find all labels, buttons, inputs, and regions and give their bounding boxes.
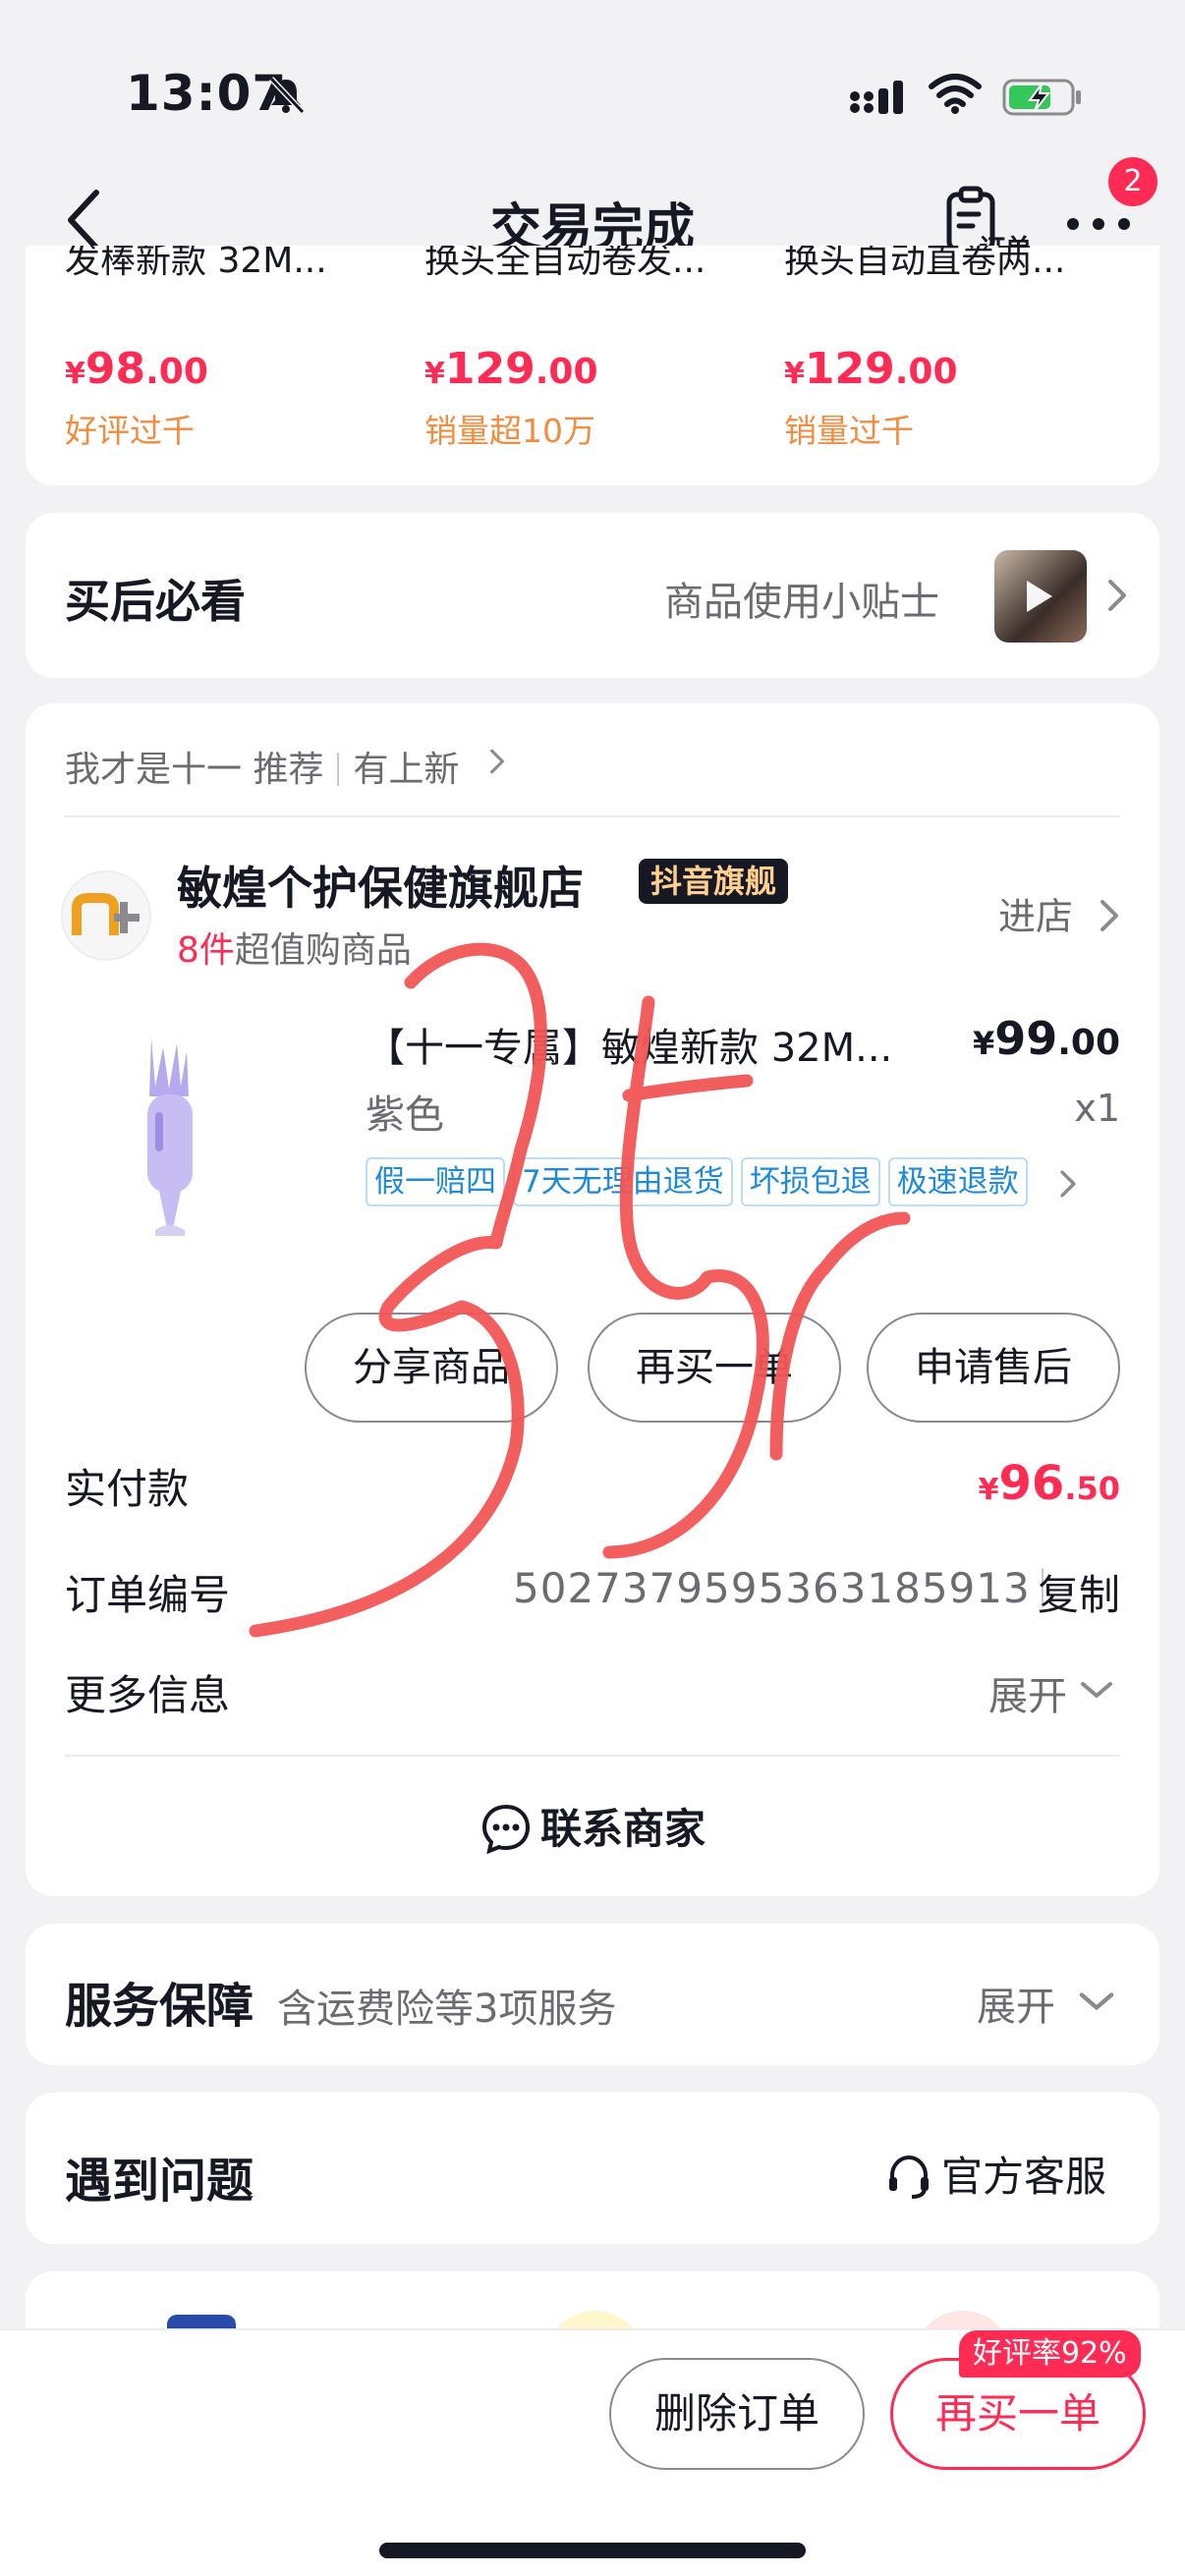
status-bar: 13:07	[0, 0, 1185, 157]
contact-merchant-button[interactable]: 联系商家	[26, 1796, 1159, 1856]
home-indicator[interactable]	[379, 2543, 806, 2558]
recommendation-name: 换头自动直卷两...	[784, 246, 1066, 281]
service-subtitle: 含运费险等3项服务	[277, 1987, 617, 2032]
recommendation-tag: 销量过千	[784, 412, 914, 450]
recommendation-price: ¥129.00	[784, 344, 958, 394]
chevron-right-icon	[490, 749, 504, 774]
recommendation-price: ¥98.00	[65, 344, 208, 394]
recommender-row[interactable]: 我才是十一 推荐 有上新	[65, 741, 459, 792]
divider	[65, 815, 1120, 817]
recommendation-name: 发棒新款 32M...	[65, 246, 327, 281]
recommendation-price: ¥129.00	[424, 344, 598, 394]
cellular-signal-icon	[850, 81, 903, 114]
recommender-text: 我才是十一 推荐	[65, 750, 324, 790]
contact-merchant-label: 联系商家	[539, 1805, 705, 1853]
buy-again-button[interactable]: 再买一单	[588, 1313, 841, 1423]
shop-badge: 抖音旗舰	[639, 859, 789, 904]
recommendation-name: 换头全自动卷发...	[424, 246, 706, 281]
service-tags[interactable]: 假一赔四 7天无理由退货 坏损包退 极速退款	[366, 1157, 1028, 1206]
shop-logo[interactable]	[61, 870, 151, 961]
chevron-right-icon	[1100, 900, 1118, 931]
more-info-expand[interactable]: 展开	[988, 1664, 1067, 1721]
chevron-down-icon	[1081, 1682, 1112, 1698]
service-guarantee-card[interactable]: 服务保障 含运费险等3项服务 展开	[26, 1924, 1159, 2065]
more-info-label: 更多信息	[65, 1671, 231, 1719]
chevron-down-icon	[1079, 1992, 1114, 2010]
service-tag: 坏损包退	[740, 1157, 880, 1206]
product-title[interactable]: 【十一专属】敏煌新款 32M...	[366, 1016, 935, 1073]
service-title: 服务保障	[65, 1979, 254, 2034]
tips-title: 买后必看	[65, 575, 246, 628]
paid-label: 实付款	[65, 1465, 190, 1513]
chevron-right-icon[interactable]	[1057, 1167, 1079, 1201]
service-tag: 7天无理由退货	[513, 1157, 733, 1206]
shop-name[interactable]: 敏煌个护保健旗舰店	[177, 853, 584, 918]
status-time: 13:07	[126, 65, 288, 122]
headset-icon	[889, 2155, 929, 2199]
customer-service-button[interactable]: 官方客服	[884, 2144, 1106, 2204]
bell-muted-icon	[268, 76, 306, 115]
service-tag: 极速退款	[887, 1157, 1028, 1206]
customer-service-label: 官方客服	[941, 2153, 1107, 2201]
paid-amount: ¥96.50	[978, 1456, 1120, 1511]
service-tag: 假一赔四	[366, 1157, 505, 1206]
after-sales-button[interactable]: 申请售后	[867, 1313, 1120, 1423]
product-image[interactable]	[94, 1018, 242, 1263]
chat-bubble-icon	[481, 1804, 530, 1855]
chevron-right-icon	[1108, 580, 1126, 611]
recommendation-tag: 销量超10万	[424, 412, 595, 450]
battery-charging-icon	[1002, 79, 1081, 116]
product-quantity: x1	[1074, 1087, 1120, 1130]
divider	[65, 1755, 1120, 1757]
new-arrivals-link[interactable]: 有上新	[353, 750, 459, 790]
order-number: 5027379595363185913	[513, 1564, 1031, 1612]
shop-logo-mark	[72, 893, 140, 935]
video-thumbnail[interactable]	[994, 550, 1087, 643]
recommendations-card: 发棒新款 32M... ¥98.00 好评过千 换头全自动卷发... ¥129.…	[26, 246, 1159, 485]
notification-badge: 2	[1108, 157, 1157, 206]
after-purchase-tips-card[interactable]: 买后必看 商品使用小贴士	[26, 513, 1159, 678]
order-number-label: 订单编号	[65, 1571, 231, 1619]
order-card: 我才是十一 推荐 有上新 敏煌个护保健旗舰店 抖音旗舰 8件超值购商品 进店 【十…	[26, 703, 1159, 1896]
rating-badge: 好评率92%	[959, 2330, 1141, 2378]
delete-order-button[interactable]: 删除订单	[609, 2358, 865, 2470]
share-product-button[interactable]: 分享商品	[305, 1313, 558, 1423]
wifi-icon	[929, 74, 982, 114]
bottom-action-bar: 删除订单 再买一单 好评率92%	[0, 2328, 1185, 2576]
shop-subtitle: 8件超值购商品	[177, 930, 412, 971]
recommendation-tag: 好评过千	[65, 412, 195, 450]
product-price: ¥99.00	[972, 1012, 1120, 1065]
tips-link[interactable]: 商品使用小贴士	[664, 570, 939, 627]
enter-shop-link[interactable]: 进店	[998, 886, 1073, 940]
play-icon	[1027, 581, 1052, 612]
service-expand[interactable]: 展开	[977, 1975, 1055, 2032]
more-options-icon[interactable]	[1063, 204, 1134, 244]
problem-title: 遇到问题	[65, 2154, 254, 2209]
problem-card: 遇到问题 官方客服	[26, 2093, 1159, 2244]
copy-button[interactable]: 复制	[1038, 1562, 1120, 1622]
product-spec: 紫色	[366, 1092, 444, 1138]
